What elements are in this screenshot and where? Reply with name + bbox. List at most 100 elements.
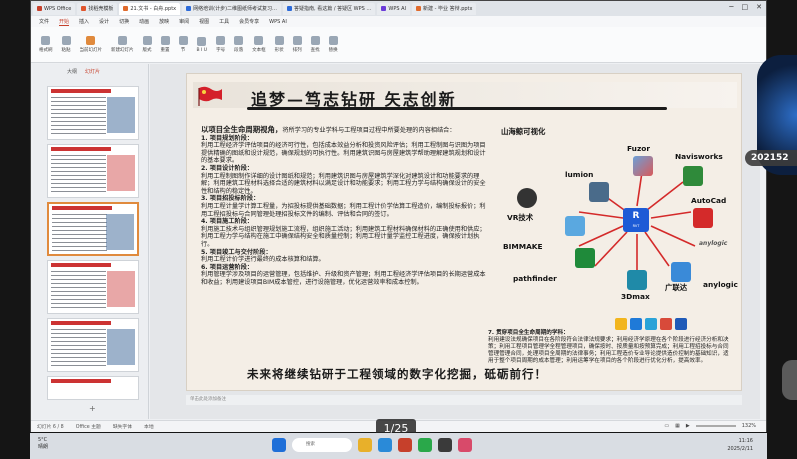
menu-member[interactable]: 会员专享	[239, 18, 259, 25]
section-heading: 4. 项目施工阶段：	[201, 218, 254, 226]
menu-transition[interactable]: 切换	[119, 18, 129, 25]
add-slide-button[interactable]: +	[89, 404, 96, 413]
new-slide-icon	[117, 36, 127, 45]
zoom-slider[interactable]	[695, 425, 736, 427]
slide-thumbnail-selected[interactable]: 6	[47, 202, 139, 256]
tab-training[interactable]: 网络培训(计步)二维图纸师考试复习…	[182, 2, 282, 15]
app-icon[interactable]	[438, 438, 452, 452]
tab-outline[interactable]: 大纲	[67, 68, 77, 75]
cross-discipline-text: 7. 贯穿项目全生命周期的学科： 利用建设法规确保项目在各阶段符合法律法规要求；…	[488, 330, 734, 365]
ribbon-label: 形状	[274, 48, 284, 53]
arrange-button[interactable]: 排列	[292, 36, 302, 53]
new-slide-button[interactable]: 新建幻灯片	[111, 36, 134, 53]
ai-icon	[381, 6, 387, 11]
file-explorer-icon[interactable]	[358, 438, 372, 452]
tab-label: 找稻壳模板	[88, 5, 114, 12]
menu-wps-ai[interactable]: WPS AI	[269, 19, 287, 25]
thumb-title-bar	[51, 321, 111, 325]
slide-thumbnail[interactable]: 8	[47, 318, 139, 372]
current-slide-button[interactable]: 当前幻灯片	[80, 36, 102, 53]
missing-font-button[interactable]: 缺失字体	[113, 423, 132, 430]
menu-view[interactable]: 视图	[199, 18, 209, 25]
reset-button[interactable]: 重置	[160, 36, 170, 53]
app-icon	[675, 318, 687, 330]
wps-window: WPS Office 找稻壳模板 21.文书 - 白舟.pptx 网络培训(计步…	[30, 0, 767, 432]
menu-animation[interactable]: 动画	[139, 18, 149, 25]
font-size-select[interactable]: 字号	[216, 36, 226, 53]
font-style-buttons[interactable]: B I U	[197, 36, 207, 53]
thumb-title-bar	[51, 379, 111, 383]
windows-start-icon[interactable]	[272, 438, 286, 452]
arrange-icon	[292, 36, 302, 45]
notes-field[interactable]: 单击此处添加备注	[186, 395, 742, 405]
storage-status: 本地	[144, 425, 154, 430]
paragraph-button[interactable]: 段落	[234, 36, 244, 53]
ribbon-label: 字号	[216, 48, 226, 53]
lumion-icon	[589, 182, 609, 202]
play-icon[interactable]: ▶	[686, 423, 690, 429]
tab-slides[interactable]: 幻灯片	[85, 68, 100, 75]
menu-tools[interactable]: 工具	[219, 18, 229, 25]
template-icon	[81, 6, 87, 11]
section-icon	[178, 36, 188, 45]
thumb-picture	[107, 97, 135, 133]
close-icon[interactable]: ✕	[756, 3, 762, 11]
view-normal-icon[interactable]: ▭	[664, 423, 669, 429]
shape-button[interactable]: 形状	[274, 36, 284, 53]
slide-canvas[interactable]: 追梦—笃志钻研 矢志创新 以项目全生命周期视角，将所学习的专业学科与工程项目过程…	[186, 73, 742, 391]
slide-thumbnail[interactable]: 5	[47, 144, 139, 198]
textbox-button[interactable]: 文本框	[252, 36, 266, 53]
section-heading: 2. 项目设计阶段：	[201, 164, 254, 172]
find-button[interactable]: 查找	[310, 36, 320, 53]
software-icon-row	[615, 318, 687, 330]
menu-insert[interactable]: 插入	[79, 18, 89, 25]
paragraph-icon	[234, 36, 244, 45]
thumb-text-lines	[51, 271, 106, 309]
view-sorter-icon[interactable]: ▦	[675, 423, 680, 429]
tab-label: WPS AI	[388, 5, 407, 12]
tab-wps-office[interactable]: WPS Office	[33, 2, 76, 15]
app-icon[interactable]	[458, 438, 472, 452]
paste-icon	[61, 36, 71, 45]
taskbar-search[interactable]: 搜索	[292, 438, 352, 452]
slide-thumbnail[interactable]: 9	[47, 376, 139, 400]
maximize-icon[interactable]: □	[742, 3, 749, 11]
menu-design[interactable]: 设计	[99, 18, 109, 25]
doc-icon	[287, 6, 293, 11]
section-button[interactable]: 节	[178, 36, 188, 53]
ribbon-label: 粘贴	[61, 48, 71, 53]
tab-template[interactable]: 找稻壳模板	[77, 2, 118, 15]
menu-home[interactable]: 开始	[59, 18, 70, 26]
wps-icon[interactable]	[398, 438, 412, 452]
layout-button[interactable]: 版式	[142, 36, 152, 53]
paste-button[interactable]: 粘贴	[61, 36, 71, 53]
menu-file[interactable]: 文件	[39, 18, 49, 25]
clock[interactable]: 11:16 2025/2/11	[727, 437, 753, 453]
tab-new-pptx[interactable]: 新建 - 毕业 答辩.pptx	[412, 2, 477, 15]
edge-icon[interactable]	[378, 438, 392, 452]
thumb-title-bar	[52, 206, 112, 210]
replace-icon	[328, 36, 338, 45]
slide-thumbnail[interactable]: 7	[47, 260, 139, 314]
section-body: 利用管理学涉及项目的运营管理，包括维护、升级和资产管理；利用工程经济学评估项目的…	[201, 271, 486, 286]
tab-guide[interactable]: 答疑指南, 看这篇 / 答疑区 WPS …	[283, 2, 376, 15]
title-brush-underline	[247, 107, 667, 110]
menu-slideshow[interactable]: 放映	[159, 18, 169, 25]
ribbon-label: 排列	[292, 48, 302, 53]
format-painter-button[interactable]: 格式刷	[39, 36, 53, 53]
thumb-text-lines	[51, 155, 106, 193]
weather-widget[interactable]: 5°C 晴朗	[38, 437, 48, 451]
wechat-icon[interactable]	[418, 438, 432, 452]
section-body: 利用工程制图制作详细的设计图纸和规范；利用建筑识图与房屋建筑学深化对建筑设计和功…	[201, 172, 486, 195]
menu-review[interactable]: 审阅	[179, 18, 189, 25]
tab-current-pptx[interactable]: 21.文书 - 白舟.pptx	[119, 2, 181, 15]
red-flag-icon	[198, 86, 222, 106]
window-controls: ─ □ ✕	[729, 3, 762, 11]
minimize-icon[interactable]: ─	[729, 3, 733, 11]
tab-wps-ai[interactable]: WPS AI	[377, 2, 411, 15]
thumb-picture	[107, 155, 135, 191]
replace-button[interactable]: 替换	[328, 36, 338, 53]
label-lumion: lumion	[565, 170, 594, 179]
section-body: 利用施工技术与组织管理规划施工流程，组织施工活动；利用建筑工程材料确保材料的正确…	[201, 225, 486, 248]
slide-thumbnail[interactable]: 4	[47, 86, 139, 140]
